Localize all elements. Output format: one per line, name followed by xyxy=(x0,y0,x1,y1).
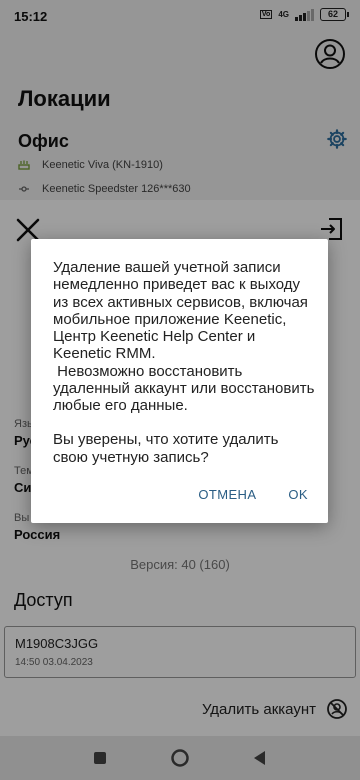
cancel-button[interactable]: ОТМЕНА xyxy=(198,487,256,502)
ok-button[interactable]: OK xyxy=(288,487,308,502)
dialog-actions: ОТМЕНА OK xyxy=(198,487,308,502)
delete-account-dialog: Удаление вашей учетной записи немедленно… xyxy=(31,239,328,523)
dialog-message: Удаление вашей учетной записи немедленно… xyxy=(53,259,315,415)
dialog-question: Вы уверены, что хотите удалить свою учет… xyxy=(53,431,279,466)
